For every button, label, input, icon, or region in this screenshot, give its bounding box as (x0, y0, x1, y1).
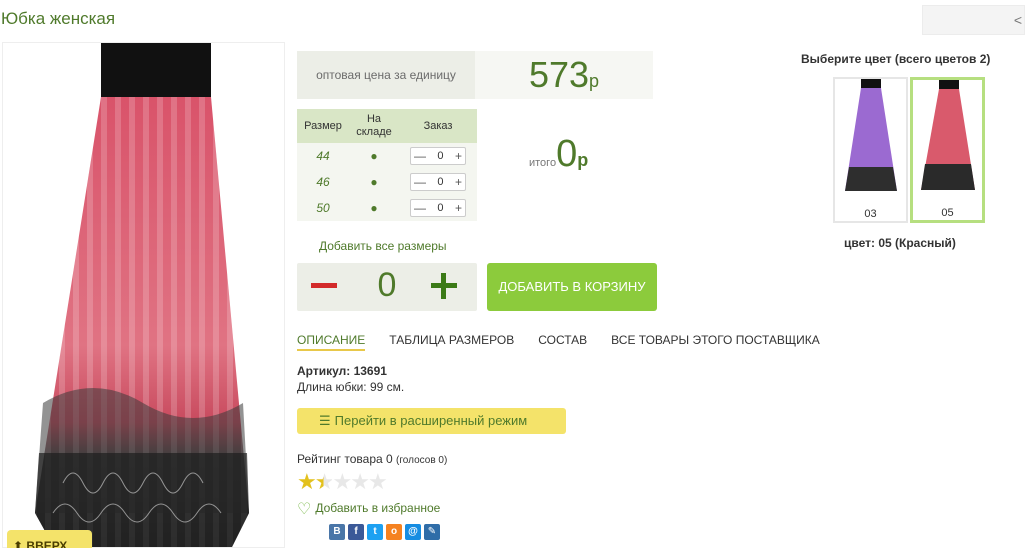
livejournal-icon[interactable]: ✎ (424, 524, 440, 540)
size-value: 44 (297, 143, 349, 169)
star-icon[interactable]: ★ (368, 469, 388, 494)
vk-icon[interactable]: В (329, 524, 345, 540)
favorites-label: Добавить в избранное (315, 501, 441, 515)
size-row: 46 ● — 0 + (297, 169, 477, 195)
odnoklassniki-icon[interactable]: о (386, 524, 402, 540)
star-icon[interactable]: ★ (350, 469, 370, 494)
stock-indicator: ● (349, 169, 399, 195)
order-cell: — 0 + (399, 143, 477, 169)
increment-button[interactable]: + (455, 149, 462, 163)
arrow-up-icon: ⬆ (13, 539, 24, 548)
add-to-cart-button[interactable]: ДОБАВИТЬ В КОРЗИНУ (487, 263, 657, 311)
order-header: Заказ (399, 109, 477, 143)
product-main-image[interactable] (2, 42, 285, 548)
chevron-left-icon: < (1013, 12, 1022, 28)
tab-size-chart[interactable]: ТАБЛИЦА РАЗМЕРОВ (389, 333, 514, 351)
decrement-button[interactable]: — (414, 201, 426, 215)
rating-stars[interactable]: ★★★★★ (297, 469, 388, 495)
price-display: 573р (475, 51, 653, 99)
mail-icon[interactable]: @ (405, 524, 421, 540)
decrement-button[interactable]: — (414, 149, 426, 163)
scroll-up-button[interactable]: ⬆ ВВЕРХ (7, 530, 92, 548)
quantity-value[interactable]: 0 (437, 202, 443, 214)
rating-votes: (голосов 0) (396, 455, 448, 466)
quantity-stepper: — 0 + (410, 199, 466, 217)
size-value: 50 (297, 195, 349, 221)
order-cell: — 0 + (399, 195, 477, 221)
price-currency: р (589, 71, 600, 91)
minus-icon[interactable] (311, 283, 337, 288)
size-row: 50 ● — 0 + (297, 195, 477, 221)
main-quantity-stepper: 0 (297, 263, 477, 311)
advanced-mode-label: Перейти в расширенный режим (334, 413, 528, 428)
order-cell: — 0 + (399, 169, 477, 195)
plus-icon-vertical[interactable] (441, 273, 446, 299)
prev-product-button[interactable]: < (922, 5, 1025, 35)
total-label: итого (529, 157, 557, 169)
quantity-stepper: — 0 + (410, 147, 466, 165)
size-header: Размер (297, 109, 349, 143)
price-value: 573 (528, 54, 590, 95)
product-title: Юбка женская (1, 9, 116, 28)
main-quantity-value[interactable]: 0 (367, 266, 407, 305)
scroll-up-label: ВВЕРХ (26, 539, 68, 548)
rating-label: Рейтинг товара 0 (297, 452, 393, 466)
product-rating: Рейтинг товара 0 (голосов 0) (297, 452, 447, 466)
star-icon[interactable]: ★ (315, 469, 335, 494)
size-table: Размер На складе Заказ 44 ● — 0 + 46 ● — (297, 109, 477, 221)
increment-button[interactable]: + (455, 175, 462, 189)
price-label: оптовая цена за единицу (297, 51, 475, 99)
stock-header: На складе (349, 109, 399, 143)
product-tabs: ОПИСАНИЕ ТАБЛИЦА РАЗМЕРОВ СОСТАВ ВСЕ ТОВ… (297, 333, 844, 351)
size-value: 46 (297, 169, 349, 195)
order-total: итого0р (529, 133, 588, 176)
twitter-icon[interactable]: t (367, 524, 383, 540)
article-number: Артикул: 13691 (297, 364, 387, 378)
swatch-label: 03 (864, 208, 877, 220)
size-row: 44 ● — 0 + (297, 143, 477, 169)
swatch-image (845, 79, 897, 191)
star-icon[interactable]: ★ (297, 469, 317, 494)
stock-indicator: ● (349, 143, 399, 169)
social-share: Вf t о @ ✎ (329, 524, 440, 540)
color-swatch-05[interactable]: 05 (910, 77, 985, 223)
tab-supplier-products[interactable]: ВСЕ ТОВАРЫ ЭТОГО ПОСТАВЩИКА (611, 333, 820, 351)
total-value: 0 (556, 133, 578, 175)
stock-indicator: ● (349, 195, 399, 221)
tab-description[interactable]: ОПИСАНИЕ (297, 333, 366, 351)
star-icon[interactable]: ★ (332, 469, 352, 494)
quantity-value[interactable]: 0 (437, 176, 443, 188)
selected-color-label: цвет: 05 (Красный) (844, 236, 956, 250)
color-swatch-03[interactable]: 03 (833, 77, 908, 223)
tab-composition[interactable]: СОСТАВ (538, 333, 587, 351)
advanced-mode-button[interactable]: ☰ Перейти в расширенный режим (297, 408, 566, 434)
add-all-sizes-link[interactable]: Добавить все размеры (319, 239, 447, 253)
total-currency: р (577, 150, 589, 170)
swatch-image (921, 80, 975, 190)
skirt-illustration (35, 43, 249, 547)
list-icon: ☰ (319, 413, 331, 428)
swatch-label: 05 (941, 207, 954, 219)
color-chooser-title: Выберите цвет (всего цветов 2) (801, 52, 991, 66)
quantity-value[interactable]: 0 (437, 150, 443, 162)
heart-icon: ♡ (297, 501, 312, 518)
decrement-button[interactable]: — (414, 175, 426, 189)
skirt-length: Длина юбки: 99 см. (297, 380, 405, 394)
facebook-icon[interactable]: f (348, 524, 364, 540)
increment-button[interactable]: + (455, 201, 462, 215)
quantity-stepper: — 0 + (410, 173, 466, 191)
add-to-favorites-link[interactable]: ♡ Добавить в избранное (297, 499, 440, 519)
